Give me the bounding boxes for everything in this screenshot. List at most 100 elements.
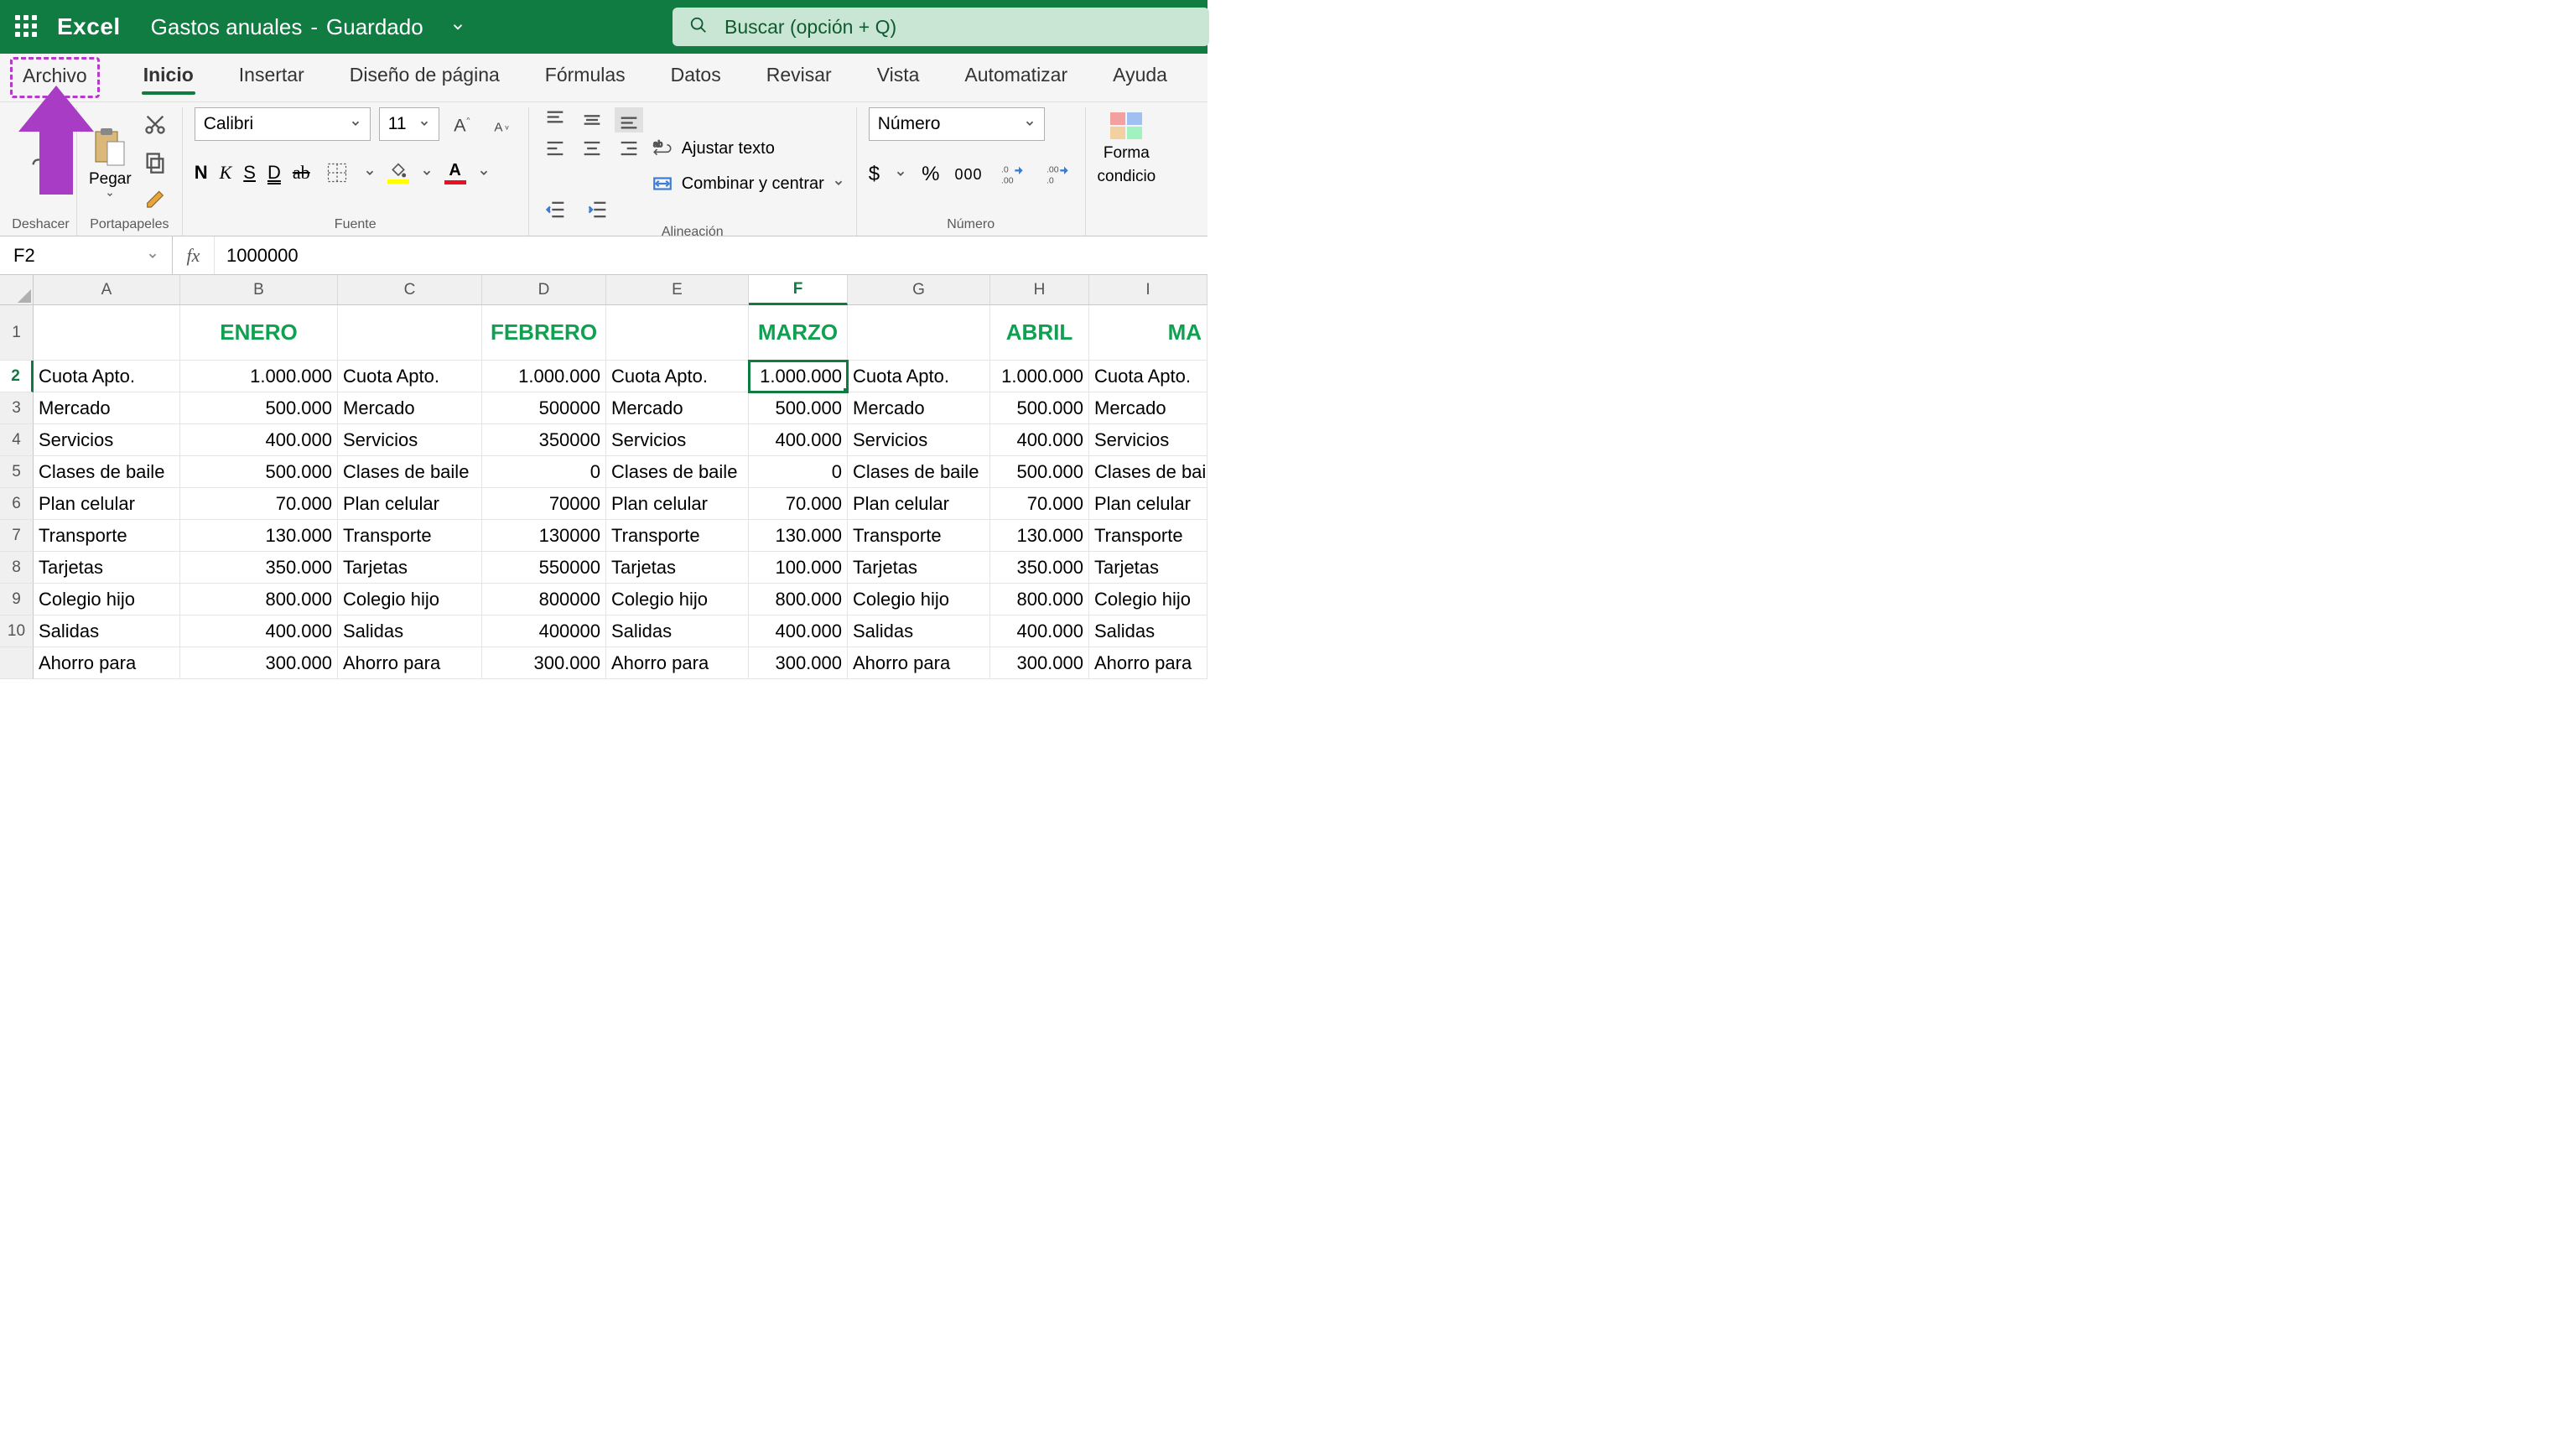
borders-button[interactable]: [322, 158, 352, 188]
conditional-format-button[interactable]: Forma condicio: [1098, 107, 1156, 186]
formula-input[interactable]: 1000000: [215, 245, 299, 267]
cell[interactable]: 100.000: [749, 552, 848, 584]
cell[interactable]: Cuota Apto.: [606, 361, 749, 392]
align-top-button[interactable]: [541, 107, 569, 132]
cell[interactable]: MA: [1089, 305, 1208, 361]
cell[interactable]: 400.000: [180, 615, 338, 647]
col-header-C[interactable]: C: [338, 275, 482, 305]
decrease-indent-button[interactable]: [541, 195, 571, 225]
align-left-button[interactable]: [541, 136, 569, 161]
cell[interactable]: Plan celular: [848, 488, 990, 520]
decrease-decimal-button[interactable]: .00.0: [1043, 159, 1073, 190]
increase-decimal-button[interactable]: .0.00: [998, 159, 1028, 190]
underline-button[interactable]: S: [243, 162, 256, 184]
cell[interactable]: Transporte: [338, 520, 482, 552]
cell[interactable]: Cuota Apto.: [1089, 361, 1208, 392]
paste-button[interactable]: Pegar: [89, 127, 132, 199]
col-header-G[interactable]: G: [848, 275, 990, 305]
cell[interactable]: [338, 305, 482, 361]
cell[interactable]: 1.000.000: [180, 361, 338, 392]
cell[interactable]: Ahorro para: [606, 647, 749, 679]
cell[interactable]: Colegio hijo: [338, 584, 482, 615]
percent-button[interactable]: %: [922, 163, 939, 186]
cell[interactable]: Transporte: [1089, 520, 1208, 552]
cell[interactable]: 800.000: [180, 584, 338, 615]
cell[interactable]: 500000: [482, 392, 606, 424]
cell[interactable]: 800000: [482, 584, 606, 615]
chevron-down-icon[interactable]: [895, 164, 906, 184]
chevron-down-icon[interactable]: [478, 162, 490, 184]
cell[interactable]: MARZO: [749, 305, 848, 361]
cell[interactable]: ENERO: [180, 305, 338, 361]
cell[interactable]: 1.000.000: [482, 361, 606, 392]
tab-insertar[interactable]: Insertar: [237, 57, 306, 98]
row-header[interactable]: 6: [0, 488, 34, 520]
cell[interactable]: Ahorro para: [34, 647, 180, 679]
cell[interactable]: 350.000: [180, 552, 338, 584]
tab-vista[interactable]: Vista: [875, 57, 922, 98]
cell[interactable]: Clases de baile: [848, 456, 990, 488]
row-header[interactable]: 3: [0, 392, 34, 424]
cell[interactable]: Cuota Apto.: [34, 361, 180, 392]
font-color-button[interactable]: A: [444, 161, 466, 184]
search-box[interactable]: Buscar (opción + Q): [673, 8, 1209, 46]
row-header[interactable]: [0, 647, 34, 679]
cell[interactable]: 0: [482, 456, 606, 488]
wrap-text-button[interactable]: ab Ajustar texto: [652, 138, 844, 159]
cell[interactable]: 500.000: [990, 392, 1089, 424]
cell[interactable]: Tarjetas: [606, 552, 749, 584]
cell[interactable]: Tarjetas: [338, 552, 482, 584]
cell[interactable]: Tarjetas: [848, 552, 990, 584]
strikethrough-button[interactable]: ab: [293, 162, 310, 184]
cell[interactable]: 70.000: [180, 488, 338, 520]
cell[interactable]: 500.000: [180, 456, 338, 488]
cell[interactable]: Ahorro para: [848, 647, 990, 679]
cell[interactable]: 800.000: [990, 584, 1089, 615]
decrease-font-button[interactable]: Av: [486, 109, 517, 139]
cell[interactable]: 400.000: [990, 424, 1089, 456]
fill-color-button[interactable]: [387, 163, 409, 184]
cut-button[interactable]: [140, 109, 170, 139]
cell[interactable]: Clases de baile: [34, 456, 180, 488]
cell[interactable]: 300.000: [990, 647, 1089, 679]
cell[interactable]: 350000: [482, 424, 606, 456]
cell[interactable]: 400.000: [990, 615, 1089, 647]
font-name-combo[interactable]: Calibri: [195, 107, 371, 141]
cell[interactable]: Transporte: [848, 520, 990, 552]
name-box[interactable]: F2: [0, 236, 173, 274]
align-bottom-button[interactable]: [615, 107, 643, 132]
select-all-corner[interactable]: [0, 275, 34, 305]
cell[interactable]: Cuota Apto.: [848, 361, 990, 392]
col-header-H[interactable]: H: [990, 275, 1089, 305]
col-header-F[interactable]: F: [749, 275, 848, 305]
cell[interactable]: 500.000: [180, 392, 338, 424]
row-header[interactable]: 10: [0, 615, 34, 647]
cell[interactable]: Servicios: [606, 424, 749, 456]
cell[interactable]: Servicios: [1089, 424, 1208, 456]
cell[interactable]: 400.000: [749, 424, 848, 456]
cell[interactable]: Plan celular: [34, 488, 180, 520]
tab-revisar[interactable]: Revisar: [765, 57, 834, 98]
currency-button[interactable]: $: [869, 163, 880, 186]
align-right-button[interactable]: [615, 136, 643, 161]
row-header[interactable]: 7: [0, 520, 34, 552]
cell[interactable]: Plan celular: [338, 488, 482, 520]
row-header[interactable]: 8: [0, 552, 34, 584]
align-middle-button[interactable]: [578, 107, 606, 132]
double-underline-button[interactable]: D: [267, 162, 281, 184]
font-size-combo[interactable]: 11: [379, 107, 439, 141]
italic-button[interactable]: K: [220, 162, 232, 184]
cell[interactable]: Mercado: [34, 392, 180, 424]
row-header[interactable]: 4: [0, 424, 34, 456]
cell[interactable]: Ahorro para: [1089, 647, 1208, 679]
cell[interactable]: Transporte: [606, 520, 749, 552]
cell[interactable]: [606, 305, 749, 361]
chevron-down-icon[interactable]: [421, 162, 433, 184]
cell[interactable]: 70.000: [990, 488, 1089, 520]
tab-diseno[interactable]: Diseño de página: [348, 57, 501, 98]
cell[interactable]: 1.000.000: [749, 361, 848, 392]
app-launcher-icon[interactable]: [15, 15, 39, 39]
col-header-A[interactable]: A: [34, 275, 180, 305]
cell[interactable]: Servicios: [34, 424, 180, 456]
tab-ayuda[interactable]: Ayuda: [1111, 57, 1169, 98]
